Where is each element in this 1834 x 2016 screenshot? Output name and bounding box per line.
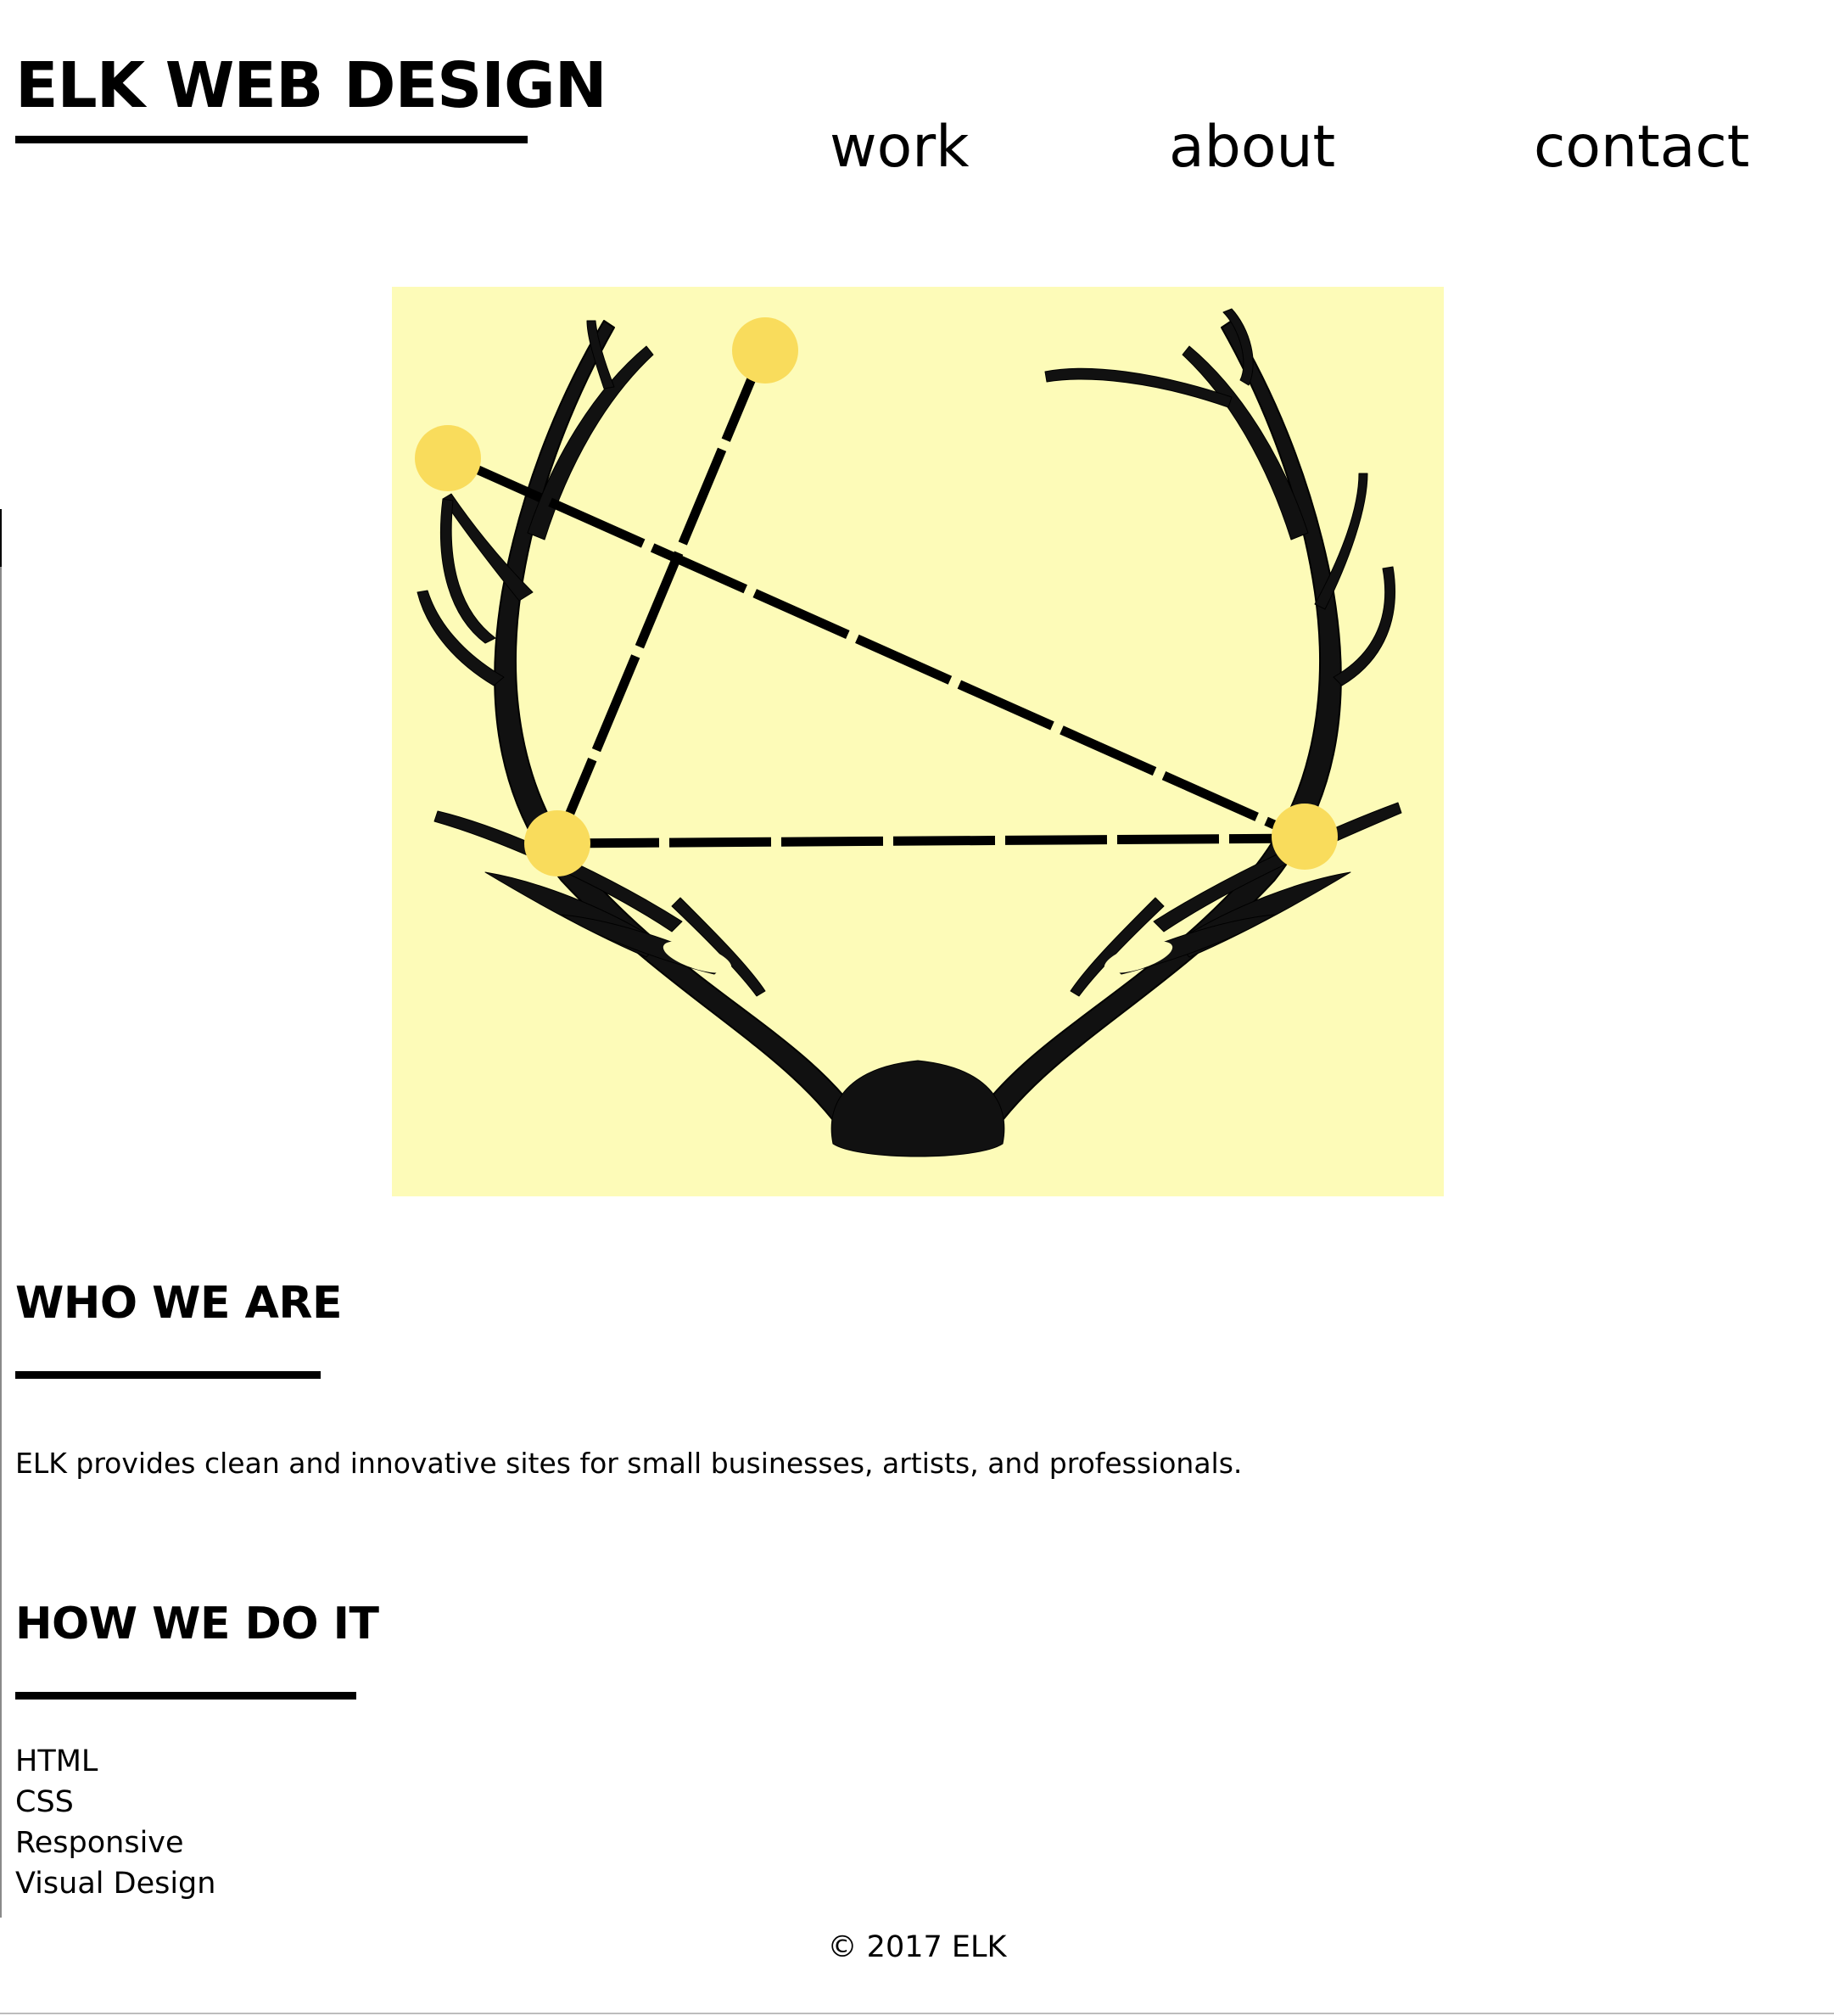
elk-antlers-illustration — [415, 308, 1402, 1157]
footer-copyright: © 2017 ELK — [827, 1930, 1007, 1964]
how-we-do-it-title: HOW WE DO IT — [15, 1599, 379, 1649]
how-we-do-it-underline — [15, 1692, 356, 1700]
skill-item-html: HTML — [15, 1744, 98, 1778]
who-we-are-text: ELK provides clean and innovative sites … — [15, 1447, 1243, 1480]
who-we-are-title: WHO WE ARE — [15, 1278, 342, 1329]
hero-image — [392, 287, 1444, 1196]
site-logo[interactable]: ELK WEB DESIGN — [15, 54, 607, 117]
skill-item-css: CSS — [15, 1785, 74, 1819]
nav-link-work[interactable]: work — [830, 119, 970, 176]
logo-underline — [15, 136, 528, 143]
skill-item-visual-design: Visual Design — [15, 1867, 216, 1901]
who-we-are-underline — [15, 1371, 321, 1379]
nav-link-contact[interactable]: contact — [1534, 119, 1749, 176]
skills-list: HTML CSS Responsive Visual Design — [15, 1741, 215, 1904]
page-left-border-accent — [0, 509, 2, 567]
page-bottom-border — [0, 2013, 1834, 2014]
page-left-border — [0, 509, 2, 1918]
skill-item-responsive: Responsive — [15, 1826, 184, 1860]
nav-link-about[interactable]: about — [1169, 119, 1335, 176]
